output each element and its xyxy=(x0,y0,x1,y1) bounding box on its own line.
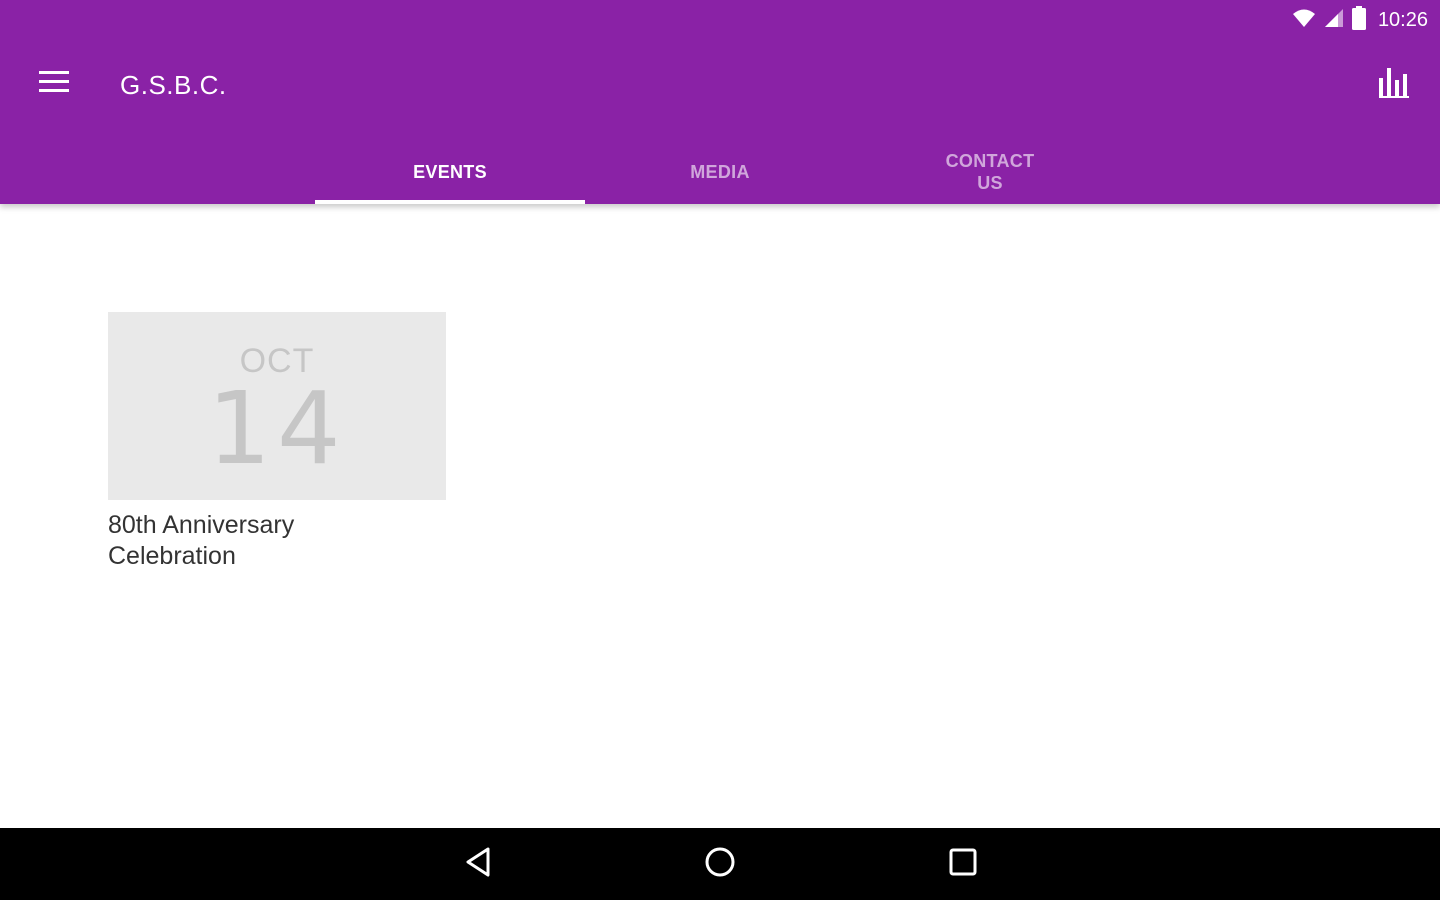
cell-signal-icon xyxy=(1324,8,1344,33)
tab-bar: EVENTS MEDIA CONTACT US xyxy=(315,140,1125,204)
status-icons: 10:26 xyxy=(1292,5,1428,35)
app-header: 10:26 G.S.B.C. EVENTS MEDIA CONTACT US xyxy=(0,0,1440,204)
status-bar: 10:26 xyxy=(0,0,1440,40)
event-date-tile: OCT 14 xyxy=(108,312,446,500)
battery-icon xyxy=(1351,5,1366,35)
wifi-icon xyxy=(1292,8,1316,33)
recents-icon xyxy=(949,848,977,881)
event-day: 14 xyxy=(207,370,347,487)
event-title: 80th Anniversary Celebration xyxy=(108,511,295,570)
events-content: OCT 14 80th Anniversary Celebration xyxy=(0,204,1440,828)
bar-chart-icon xyxy=(1379,66,1409,103)
tab-indicator xyxy=(315,200,585,204)
back-button[interactable] xyxy=(454,840,502,888)
recents-button[interactable] xyxy=(939,840,987,888)
navigation-bar xyxy=(0,828,1440,900)
menu-icon xyxy=(39,70,69,98)
tab-label: CONTACT US xyxy=(945,151,1035,193)
status-time: 10:26 xyxy=(1377,8,1428,31)
event-card[interactable]: OCT 14 80th Anniversary Celebration xyxy=(108,312,446,572)
tab-events[interactable]: EVENTS xyxy=(315,140,585,204)
home-button[interactable] xyxy=(696,840,744,888)
stats-button[interactable] xyxy=(1372,62,1416,106)
tab-label: EVENTS xyxy=(413,162,487,182)
tab-contact-us[interactable]: CONTACT US xyxy=(855,140,1125,204)
tab-label: MEDIA xyxy=(690,162,750,182)
menu-button[interactable] xyxy=(30,64,78,104)
tab-media[interactable]: MEDIA xyxy=(585,140,855,204)
app-root: 10:26 G.S.B.C. EVENTS MEDIA CONTACT US O… xyxy=(0,0,1440,900)
app-title: G.S.B.C. xyxy=(120,70,227,100)
home-icon xyxy=(704,846,736,883)
back-icon xyxy=(464,847,492,882)
